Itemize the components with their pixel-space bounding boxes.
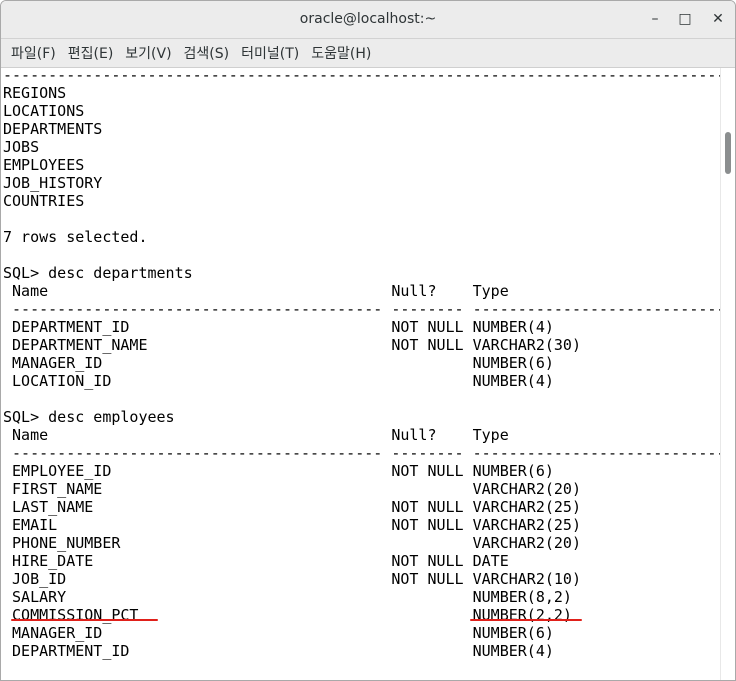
terminal-line: DEPARTMENT_ID NOT NULL NUMBER(4) bbox=[3, 318, 554, 336]
menu-view[interactable]: 보기(V) bbox=[119, 43, 177, 63]
title-bar[interactable]: oracle@localhost:~ – □ ✕ bbox=[1, 1, 735, 39]
number-2-2-underline bbox=[470, 619, 582, 621]
terminal-line: DEPARTMENT_NAME NOT NULL VARCHAR2(30) bbox=[3, 336, 581, 354]
menu-file[interactable]: 파일(F) bbox=[5, 43, 62, 63]
terminal-line: JOBS bbox=[3, 138, 40, 156]
minimize-icon[interactable]: – bbox=[645, 9, 665, 29]
terminal-line: ----------------------------------------… bbox=[3, 444, 721, 462]
menu-help[interactable]: 도움말(H) bbox=[305, 43, 377, 63]
terminal-line: Name Null? Type bbox=[3, 426, 509, 444]
terminal-line: COMMISSION_PCT NUMBER(2,2) bbox=[3, 606, 572, 624]
vertical-scrollbar[interactable] bbox=[720, 68, 735, 680]
terminal-lines: ----------------------------------------… bbox=[3, 68, 721, 660]
scrollbar-thumb[interactable] bbox=[725, 132, 731, 174]
menu-edit[interactable]: 편집(E) bbox=[62, 43, 120, 63]
terminal-line: SQL> desc departments bbox=[3, 264, 193, 282]
terminal-line: FIRST_NAME VARCHAR2(20) bbox=[3, 480, 581, 498]
menu-search[interactable]: 검색(S) bbox=[178, 43, 236, 63]
terminal-line: ----------------------------------------… bbox=[3, 300, 721, 318]
terminal-line: ----------------------------------------… bbox=[3, 68, 721, 84]
terminal-line: SQL> desc employees bbox=[3, 408, 175, 426]
terminal-line: HIRE_DATE NOT NULL DATE bbox=[3, 552, 509, 570]
terminal-output[interactable]: ----------------------------------------… bbox=[1, 68, 721, 680]
terminal-line: REGIONS bbox=[3, 84, 67, 102]
commission-pct-underline bbox=[11, 619, 158, 621]
terminal-line: LOCATIONS bbox=[3, 102, 85, 120]
terminal-line: 7 rows selected. bbox=[3, 228, 148, 246]
close-icon[interactable]: ✕ bbox=[708, 9, 728, 29]
window-title: oracle@localhost:~ bbox=[299, 11, 437, 27]
terminal-line: COUNTRIES bbox=[3, 192, 85, 210]
terminal-window: oracle@localhost:~ – □ ✕ 파일(F) 편집(E) 보기(… bbox=[0, 0, 736, 681]
terminal-line: LOCATION_ID NUMBER(4) bbox=[3, 372, 554, 390]
terminal-line: MANAGER_ID NUMBER(6) bbox=[3, 624, 554, 642]
menu-bar: 파일(F) 편집(E) 보기(V) 검색(S) 터미널(T) 도움말(H) bbox=[1, 39, 735, 68]
terminal-line: PHONE_NUMBER VARCHAR2(20) bbox=[3, 534, 581, 552]
terminal-line: EMPLOYEE_ID NOT NULL NUMBER(6) bbox=[3, 462, 554, 480]
terminal-line: SALARY NUMBER(8,2) bbox=[3, 588, 572, 606]
maximize-icon[interactable]: □ bbox=[675, 9, 695, 29]
terminal-line: Name Null? Type bbox=[3, 282, 509, 300]
terminal-line: LAST_NAME NOT NULL VARCHAR2(25) bbox=[3, 498, 581, 516]
menu-terminal[interactable]: 터미널(T) bbox=[235, 43, 305, 63]
terminal-line: EMAIL NOT NULL VARCHAR2(25) bbox=[3, 516, 581, 534]
terminal-line: EMPLOYEES bbox=[3, 156, 85, 174]
terminal-line: DEPARTMENT_ID NUMBER(4) bbox=[3, 642, 554, 660]
terminal-line: JOB_ID NOT NULL VARCHAR2(10) bbox=[3, 570, 581, 588]
terminal-line: DEPARTMENTS bbox=[3, 120, 103, 138]
terminal-line: MANAGER_ID NUMBER(6) bbox=[3, 354, 554, 372]
terminal-line: JOB_HISTORY bbox=[3, 174, 103, 192]
